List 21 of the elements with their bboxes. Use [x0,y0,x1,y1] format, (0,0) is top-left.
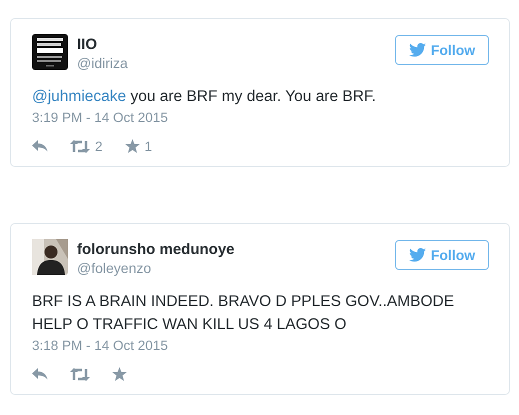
star-icon[interactable] [124,139,140,153]
star-icon[interactable] [112,367,127,381]
retweet-icon[interactable] [70,140,90,152]
user-handle[interactable]: @foleyenzo [77,259,386,277]
retweet-count: 2 [95,138,103,154]
bird-icon [408,43,426,57]
mention-link[interactable]: @juhmiecake [32,88,126,105]
user-handle[interactable]: @idiriza [77,54,386,72]
user-name[interactable]: folorunsho medunoye [77,240,386,259]
tweet-timestamp[interactable]: 3:18 PM - 14 Oct 2015 [32,337,489,355]
reply-icon[interactable] [32,368,48,380]
favorite-count: 1 [144,138,152,154]
retweet-icon[interactable] [70,368,90,380]
bird-icon [408,248,426,262]
reply-icon[interactable] [32,140,48,152]
tweet-text: @juhmiecake you are BRF my dear. You are BRF. [32,87,377,107]
tweet-text: BRF IS A BRAIN INDEED. BRAVO D PPLES GOV..AMBODE HELP O TRAFFIC WAN KILL US 4 LAGOS O [32,292,456,335]
tweet-timestamp[interactable]: 3:19 PM - 14 Oct 2015 [32,109,489,127]
user-name[interactable]: IIO [77,35,386,54]
follow-button[interactable]: Follow [395,240,489,270]
follow-button[interactable]: Follow [395,35,489,65]
